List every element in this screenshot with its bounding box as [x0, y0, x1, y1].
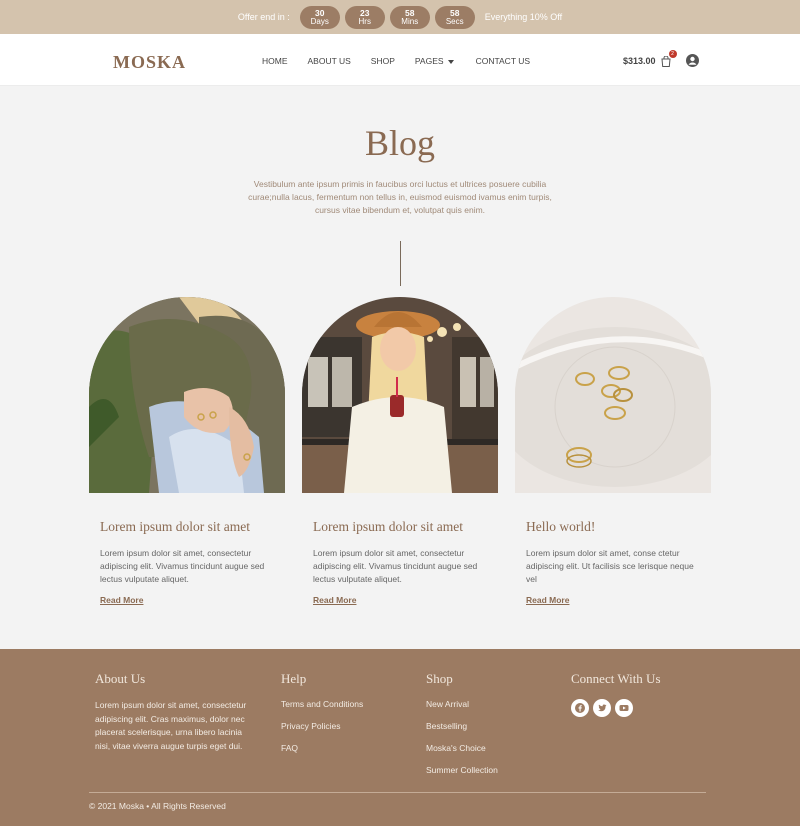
footer-link[interactable]: Summer Collection	[426, 765, 498, 775]
chevron-down-icon	[447, 59, 454, 64]
nav-pages[interactable]: PAGES	[415, 56, 454, 66]
read-more-link[interactable]: Read More	[526, 595, 569, 605]
page-title: Blog	[364, 123, 435, 163]
twitter-icon-svg	[598, 704, 607, 712]
main-nav: HOME ABOUT US SHOP PAGES CONTACT US	[262, 56, 530, 66]
copyright-text: © 2021 Moska • All Rights Reserved	[89, 801, 226, 811]
cart-total[interactable]: $313.00	[623, 56, 656, 66]
read-more-link[interactable]: Read More	[313, 595, 356, 605]
blog-post-card: Hello world! Lorem ipsum dolor sit amet,…	[515, 297, 711, 608]
youtube-icon[interactable]	[615, 699, 633, 717]
countdown-unit: Secs	[445, 17, 464, 26]
post-image-art	[515, 297, 711, 493]
hero-divider	[399, 241, 401, 286]
countdown-minutes: 58 Mins	[389, 5, 430, 29]
post-excerpt: Lorem ipsum dolor sit amet, consectetur …	[100, 548, 265, 584]
cart-area: $313.00 2	[623, 49, 699, 67]
footer-about-text: Lorem ipsum dolor sit amet, consectetur …	[95, 700, 247, 751]
nav-home[interactable]: HOME	[262, 56, 288, 66]
read-more-link[interactable]: Read More	[100, 595, 143, 605]
twitter-icon[interactable]	[593, 699, 611, 717]
cart-icon[interactable]: 2	[660, 49, 677, 67]
footer-shop: Shop New Arrival Bestselling Moska's Cho…	[426, 671, 498, 787]
countdown-value: 30	[315, 7, 325, 18]
footer-link[interactable]: Bestselling	[426, 721, 498, 731]
offer-label: Offer end in :	[237, 12, 290, 22]
footer-heading: Help	[281, 671, 307, 686]
footer-link[interactable]: Terms and Conditions	[281, 699, 363, 709]
social-links	[571, 699, 661, 717]
blog-hero: Blog Vestibulum ante ipsum primis in fau…	[0, 86, 800, 286]
cart-count-badge: 2	[668, 49, 677, 58]
footer-link[interactable]: Moska's Choice	[426, 743, 498, 753]
countdown-value: 58	[405, 7, 415, 18]
post-image-art	[89, 297, 285, 493]
user-icon-svg	[685, 54, 699, 67]
nav-about-us[interactable]: ABOUT US	[308, 56, 351, 66]
youtube-icon-svg	[619, 705, 629, 711]
user-icon[interactable]	[685, 54, 699, 67]
promo-countdown-bar: Offer end in : 30 Days 23 Hrs 58 Mins 58…	[0, 0, 800, 34]
post-image-gold-rings[interactable]	[515, 297, 711, 493]
facebook-icon-svg	[575, 703, 585, 713]
blog-post-card: Lorem ipsum dolor sit amet Lorem ipsum d…	[89, 297, 285, 608]
footer-heading: About Us	[95, 671, 146, 686]
countdown-unit: Hrs	[358, 17, 371, 26]
footer-help: Help Terms and Conditions Privacy Polici…	[281, 671, 363, 765]
footer-heading: Connect With Us	[571, 671, 661, 686]
post-image-art	[302, 297, 498, 493]
nav-contact-us[interactable]: CONTACT US	[476, 56, 530, 66]
blog-post-card: Lorem ipsum dolor sit amet Lorem ipsum d…	[302, 297, 498, 608]
site-logo[interactable]: MOSKA	[113, 52, 186, 73]
promo-text: Everything 10% Off	[484, 12, 563, 22]
countdown-value: 58	[450, 7, 460, 18]
footer-shop-links: New Arrival Bestselling Moska's Choice S…	[426, 699, 498, 775]
site-header: MOSKA HOME ABOUT US SHOP PAGES CONTACT U…	[0, 34, 800, 86]
post-title[interactable]: Hello world!	[526, 519, 711, 535]
countdown-unit: Mins	[401, 17, 419, 26]
post-image-woman-sweater[interactable]	[89, 297, 285, 493]
blog-post-list: Lorem ipsum dolor sit amet Lorem ipsum d…	[89, 297, 711, 608]
footer-connect: Connect With Us	[571, 671, 661, 717]
page-description: Vestibulum ante ipsum primis in faucibus…	[248, 179, 552, 215]
footer-about: About Us Lorem ipsum dolor sit amet, con…	[95, 671, 255, 753]
footer-help-links: Terms and Conditions Privacy Policies FA…	[281, 699, 363, 753]
footer-link[interactable]: Privacy Policies	[281, 721, 363, 731]
countdown-value: 23	[360, 7, 370, 18]
nav-shop[interactable]: SHOP	[371, 56, 395, 66]
cart-icon-svg	[660, 55, 671, 67]
facebook-icon[interactable]	[571, 699, 589, 717]
post-image-woman-hat[interactable]	[302, 297, 498, 493]
footer-heading: Shop	[426, 671, 453, 686]
countdown-seconds: 58 Secs	[434, 5, 475, 29]
post-excerpt: Lorem ipsum dolor sit amet, consectetur …	[313, 548, 478, 584]
post-title[interactable]: Lorem ipsum dolor sit amet	[100, 519, 285, 535]
nav-pages-label: PAGES	[414, 56, 444, 66]
post-excerpt: Lorem ipsum dolor sit amet, conse ctetur…	[526, 548, 694, 584]
footer-divider	[89, 792, 706, 793]
post-title[interactable]: Lorem ipsum dolor sit amet	[313, 519, 498, 535]
countdown-days: 30 Days	[299, 5, 340, 29]
footer-link[interactable]: New Arrival	[426, 699, 498, 709]
countdown-unit: Days	[310, 17, 329, 26]
countdown-hours: 23 Hrs	[344, 5, 385, 29]
footer-link[interactable]: FAQ	[281, 743, 363, 753]
site-footer: About Us Lorem ipsum dolor sit amet, con…	[0, 649, 800, 826]
